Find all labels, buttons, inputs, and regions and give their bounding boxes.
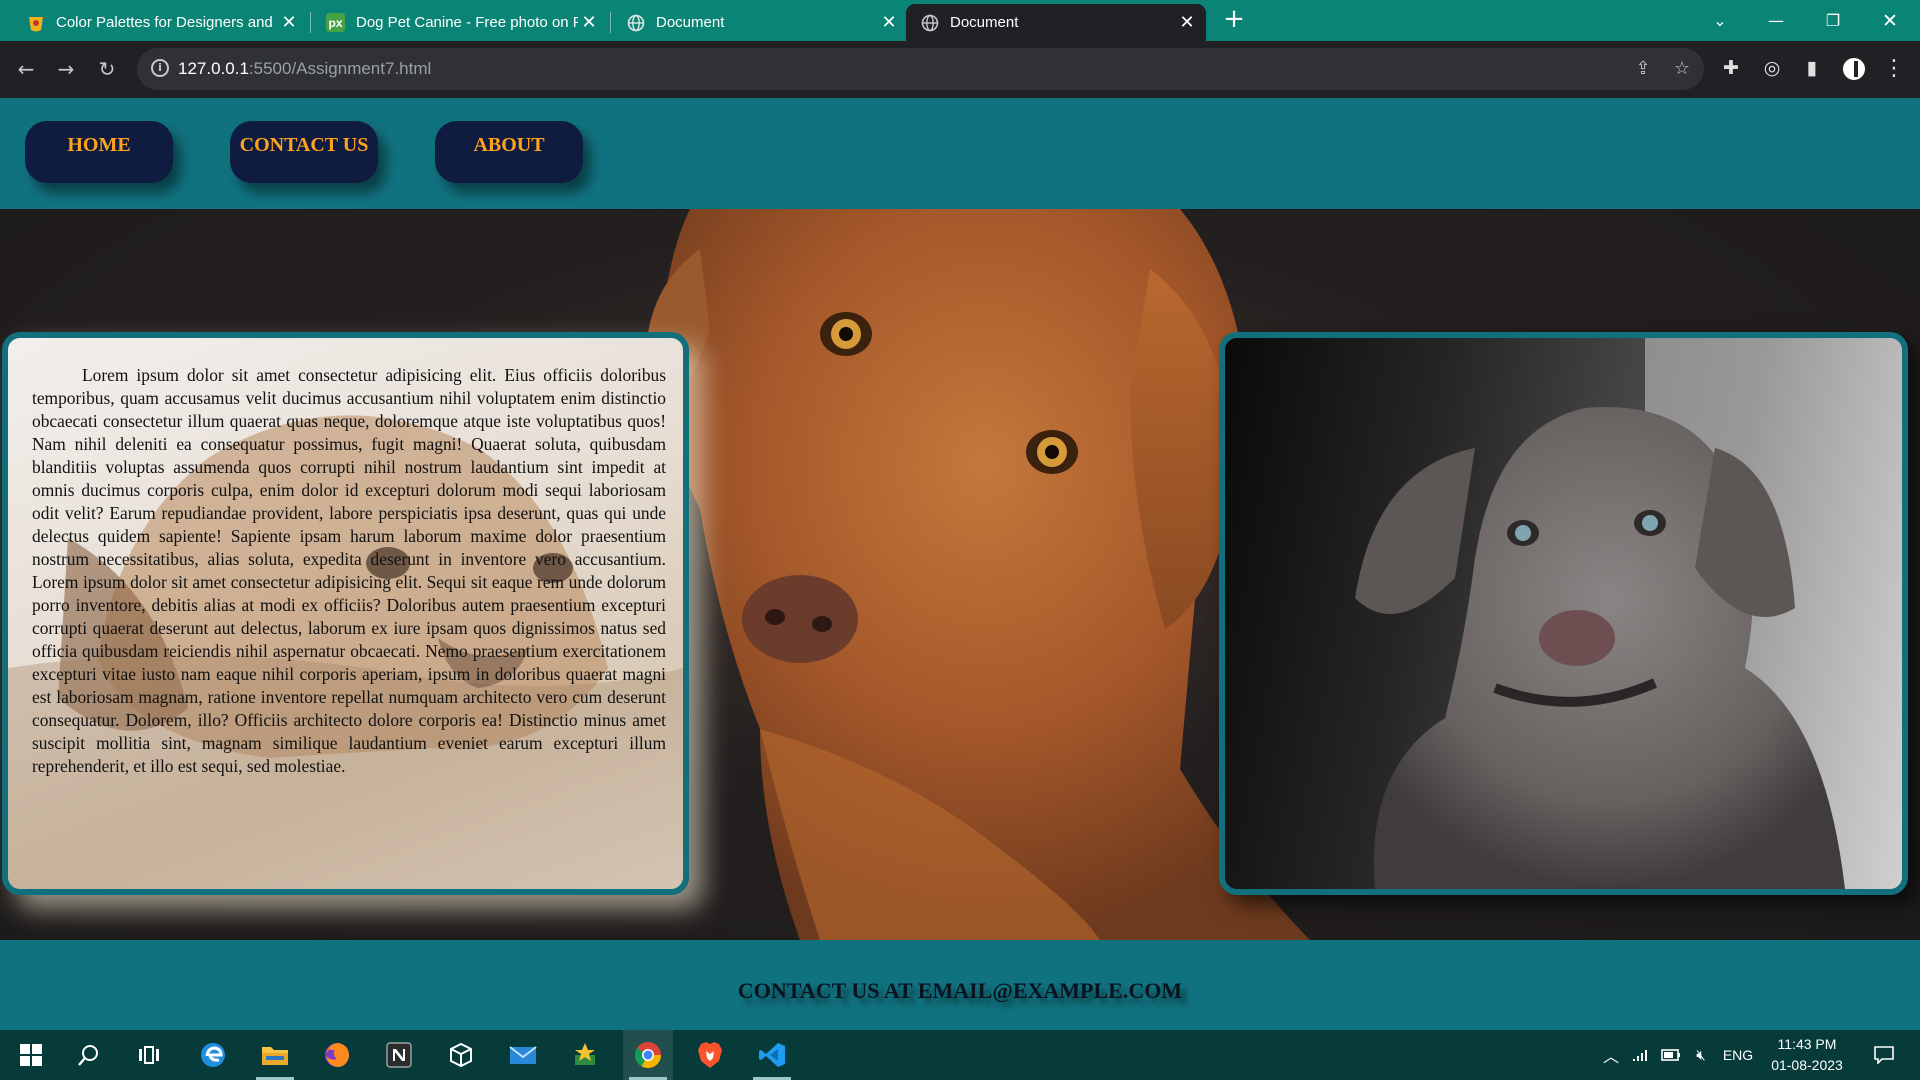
close-icon[interactable]: ✕ [878,12,900,34]
new-tab-button[interactable]: + [1222,6,1246,32]
site-info-icon[interactable]: i [151,59,169,77]
nav-contact-us-button[interactable]: CONTACT US [230,121,378,183]
nav-home-button[interactable]: HOME [25,121,173,183]
tab-document-1[interactable]: Document ✕ [612,4,908,41]
clock-date: 01-08-2023 [1771,1057,1843,1073]
forward-icon[interactable]: → [52,55,80,83]
profile-avatar[interactable] [1840,55,1868,83]
file-explorer-icon[interactable] [250,1030,300,1080]
globe-icon [920,13,939,32]
text-card: Lorem ipsum dolor sit amet consectetur a… [2,332,689,895]
clock-time: 11:43 PM [1777,1036,1837,1052]
bookmark-star-icon[interactable]: ☆ [1670,58,1694,80]
browser-toolbar: ← → ↻ i 127.0.0.1:5500/Assignment7.html … [0,41,1920,98]
nav-about-button[interactable]: ABOUT [435,121,583,183]
edge-icon[interactable] [188,1030,238,1080]
mail-icon[interactable] [498,1030,548,1080]
volume-muted-icon[interactable]: 🔇︎ [1688,1030,1714,1080]
share-icon[interactable]: ⇪ [1631,58,1655,80]
tab-title: Document [656,14,725,31]
extension-icon[interactable]: ◎ [1759,55,1785,81]
side-panel-icon[interactable]: ▮ [1799,55,1825,81]
extensions-puzzle-icon[interactable]: ✚ [1718,55,1744,81]
close-icon[interactable]: ✕ [578,12,600,34]
back-icon[interactable]: ← [12,55,40,83]
web-page: HOME CONTACT US ABOUT Lorem ipsum dolor … [0,98,1920,1030]
language-indicator[interactable]: ENG [1718,1030,1758,1080]
pixabay-icon: px [326,13,345,32]
tab-color-palettes[interactable]: Color Palettes for Designers and ✕ [12,4,308,41]
lorem-paragraph: Lorem ipsum dolor sit amet consectetur a… [32,365,666,776]
network-icon[interactable] [1630,1030,1652,1080]
utility-app-icon[interactable] [560,1030,610,1080]
coolors-icon [26,13,45,32]
vscode-icon[interactable] [747,1030,797,1080]
close-icon[interactable]: ✕ [1176,12,1198,34]
firefox-icon[interactable] [312,1030,362,1080]
battery-icon[interactable] [1660,1030,1682,1080]
chrome-icon[interactable] [623,1030,673,1080]
site-footer: CONTACT US AT EMAIL@EXAMPLE.COM [0,940,1920,1030]
tab-title: Document [950,14,1019,31]
address-bar[interactable]: i 127.0.0.1:5500/Assignment7.html ⇪ ☆ [137,48,1704,90]
tab-document-active[interactable]: Document ✕ [906,4,1206,41]
tray-chevron-up-icon[interactable]: ︿ [1600,1030,1622,1080]
tab-search-chevron-icon[interactable]: ⌄ [1694,0,1746,41]
task-view-icon[interactable] [124,1030,174,1080]
search-icon[interactable] [64,1030,114,1080]
site-navbar: HOME CONTACT US ABOUT [0,98,1920,209]
windows-start-icon[interactable] [6,1030,56,1080]
notion-icon[interactable] [374,1030,424,1080]
tab-separator [310,12,311,33]
tab-dog-pet-canine[interactable]: px Dog Pet Canine - Free photo on P ✕ [312,4,608,41]
3d-box-icon[interactable] [436,1030,486,1080]
tab-title: Color Palettes for Designers and [56,14,273,31]
menu-kebab-icon[interactable]: ⋮ [1881,55,1907,81]
reload-icon[interactable]: ↻ [93,55,121,83]
taskbar-clock[interactable]: 11:43 PM 01-08-2023 [1755,1034,1859,1076]
url-text[interactable]: 127.0.0.1:5500/Assignment7.html [178,59,431,79]
restore-icon[interactable]: ❐ [1807,0,1859,41]
tab-title: Dog Pet Canine - Free photo on P [356,14,578,31]
browser-tab-strip: Color Palettes for Designers and ✕ px Do… [0,0,1920,41]
windows-taskbar: ︿ 🔇︎ ENG 11:43 PM 01-08-2023 [0,1030,1920,1080]
footer-contact-text: CONTACT US AT EMAIL@EXAMPLE.COM [737,978,1183,1003]
minimize-icon[interactable]: — [1750,0,1802,41]
notification-center-icon[interactable] [1864,1030,1904,1080]
brave-icon[interactable] [685,1030,735,1080]
weimaraner-puppy-photo [1355,338,1902,889]
globe-icon [626,13,645,32]
image-card [1219,332,1908,895]
close-window-icon[interactable]: ✕ [1864,0,1916,41]
hero-section: Lorem ipsum dolor sit amet consectetur a… [0,209,1920,940]
tab-separator [610,12,611,33]
close-icon[interactable]: ✕ [278,12,300,34]
